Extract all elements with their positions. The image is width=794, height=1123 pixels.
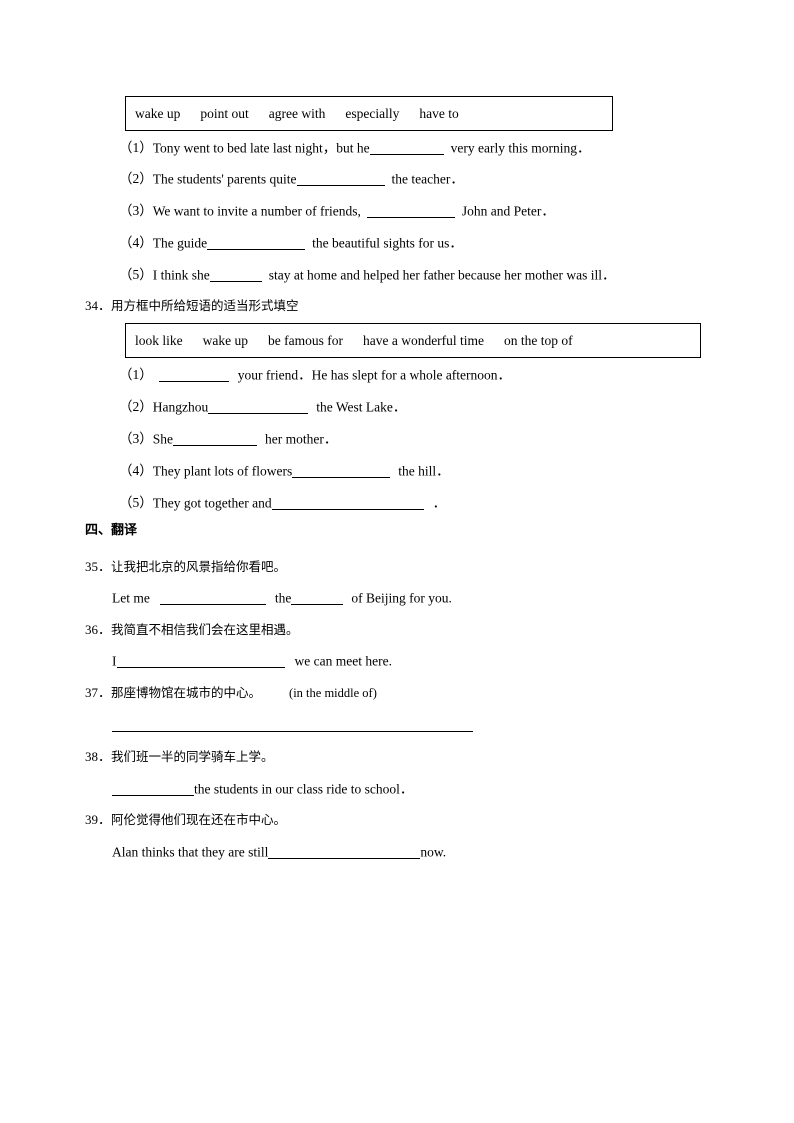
answer-blank[interactable] bbox=[159, 591, 266, 605]
item-chinese-text: 我们班一半的同学骑车上学。 bbox=[111, 749, 274, 764]
item-number: 38． bbox=[85, 749, 112, 764]
phrase-item: point out bbox=[200, 105, 249, 121]
phrase-item: wake up bbox=[135, 105, 181, 121]
question-text-after: the teacher． bbox=[391, 171, 464, 187]
translation-item-stem: 37．那座博物馆在城市的中心。 (in the middle of) bbox=[85, 686, 377, 700]
answer-blank[interactable] bbox=[296, 172, 385, 186]
translation-item-stem: 36．我简直不相信我们会在这里相遇。 bbox=[85, 623, 299, 637]
answer-suffix: we can meet here. bbox=[294, 653, 392, 669]
translation-item-stem: 35．让我把北京的风景指给你看吧。 bbox=[85, 560, 286, 574]
item-number: 36． bbox=[85, 622, 112, 637]
question-row: （5）I think she stay at home and helped he… bbox=[119, 268, 616, 282]
item-number: 35． bbox=[85, 559, 112, 574]
question-number: （1） bbox=[119, 367, 153, 383]
question-number: （3） bbox=[119, 431, 153, 447]
answer-blank[interactable] bbox=[366, 204, 455, 218]
answer-blank[interactable] bbox=[369, 141, 444, 155]
question-text-after: John and Peter． bbox=[461, 203, 555, 219]
question-text-after: her mother． bbox=[265, 431, 338, 447]
question-row: （4）They plant lots of flowers the hill． bbox=[119, 464, 450, 478]
question-text-after: the beautiful sights for us． bbox=[312, 235, 463, 251]
exercise-prompt-text: 用方框中所给短语的适当形式填空 bbox=[111, 298, 299, 313]
item-chinese-text: 阿伦觉得他们现在还在市中心。 bbox=[111, 812, 287, 827]
question-text-after: the West Lake． bbox=[316, 399, 407, 415]
question-number: （5） bbox=[119, 267, 153, 283]
phrase-item: have to bbox=[419, 105, 459, 121]
question-row: （3）She her mother． bbox=[119, 432, 337, 446]
answer-blank[interactable] bbox=[173, 432, 257, 446]
answer-blank[interactable] bbox=[112, 731, 473, 732]
answer-blank[interactable] bbox=[208, 400, 309, 414]
phrase-item: be famous for bbox=[267, 332, 343, 348]
question-text-before: The guide bbox=[152, 235, 208, 251]
phrase-item: on the top of bbox=[504, 332, 573, 348]
answer-blank[interactable] bbox=[292, 464, 391, 478]
question-text-before: Tony went to bed late last night，but he bbox=[152, 140, 370, 156]
item-hint: (in the middle of) bbox=[289, 686, 377, 700]
phrase-item: have a wonderful time bbox=[362, 332, 485, 348]
answer-blank[interactable] bbox=[268, 845, 421, 859]
question-text-after: ． bbox=[432, 495, 447, 511]
answer-blank[interactable] bbox=[291, 591, 344, 605]
question-number: （4） bbox=[119, 463, 153, 479]
question-text-before: Hangzhou bbox=[152, 399, 209, 415]
phrase-item: agree with bbox=[268, 105, 326, 121]
answer-blank[interactable] bbox=[116, 654, 285, 668]
question-text-before: I think she bbox=[152, 267, 210, 283]
translation-answer-row: Alan thinks that they are still now. bbox=[112, 845, 446, 859]
question-number: （1） bbox=[119, 140, 153, 156]
question-text-after: stay at home and helped her father becau… bbox=[268, 267, 616, 283]
document-page: wake up point out agree with especially … bbox=[0, 0, 794, 1123]
question-row: （4）The guide the beautiful sights for us． bbox=[119, 236, 463, 250]
question-row: （2）Hangzhou the West Lake． bbox=[119, 400, 406, 414]
phrase-box-33: wake up point out agree with especially … bbox=[125, 96, 613, 131]
question-row: （2）The students' parents quite the teache… bbox=[119, 172, 464, 186]
translation-item-stem: 38．我们班一半的同学骑车上学。 bbox=[85, 750, 274, 764]
item-chinese-text: 让我把北京的风景指给你看吧。 bbox=[111, 559, 287, 574]
answer-suffix: now. bbox=[420, 844, 447, 860]
question-text-before: They plant lots of flowers bbox=[152, 463, 293, 479]
translation-answer-row: the students in our class ride to school… bbox=[112, 782, 413, 796]
phrase-item: especially bbox=[345, 105, 400, 121]
answer-prefix: Alan thinks that they are still bbox=[112, 844, 269, 860]
phrase-box-34: look like wake up be famous for have a w… bbox=[125, 323, 701, 358]
question-row: （5）They got together and ． bbox=[119, 496, 446, 510]
exercise-34-prompt: 34．用方框中所给短语的适当形式填空 bbox=[85, 299, 299, 313]
answer-suffix: the students in our class ride to school… bbox=[194, 781, 414, 797]
item-chinese-text: 我简直不相信我们会在这里相遇。 bbox=[111, 622, 299, 637]
question-text-after: very early this morning． bbox=[450, 140, 591, 156]
item-chinese-text: 那座博物馆在城市的中心。 bbox=[111, 685, 262, 700]
question-text-after: your friend．He has slept for a whole aft… bbox=[237, 367, 512, 383]
question-row: （3）We want to invite a number of friends… bbox=[119, 204, 555, 218]
exercise-number: 34． bbox=[85, 298, 112, 313]
translation-item-stem: 39．阿伦觉得他们现在还在市中心。 bbox=[85, 813, 286, 827]
phrase-item: wake up bbox=[202, 332, 248, 348]
question-number: （5） bbox=[119, 495, 153, 511]
question-number: （4） bbox=[119, 235, 153, 251]
answer-blank[interactable] bbox=[271, 496, 424, 510]
question-text-before: The students' parents quite bbox=[152, 171, 297, 187]
question-number: （3） bbox=[119, 203, 153, 219]
question-number: （2） bbox=[119, 171, 153, 187]
question-row: （1） your friend．He has slept for a whole … bbox=[119, 368, 511, 382]
question-number: （2） bbox=[119, 399, 153, 415]
item-number: 37． bbox=[85, 685, 112, 700]
section-heading: 四、翻译 bbox=[85, 523, 138, 538]
question-text-after: the hill． bbox=[398, 463, 450, 479]
translation-answer-row: Iwe can meet here. bbox=[112, 654, 392, 668]
question-text-before: They got together and bbox=[152, 495, 272, 511]
answer-suffix: of Beijing for you. bbox=[351, 590, 452, 606]
answer-middle: the bbox=[274, 590, 292, 606]
answer-blank[interactable] bbox=[112, 782, 194, 796]
translation-answer-row: Let me the of Beijing for you. bbox=[112, 591, 452, 605]
question-text-before: She bbox=[152, 431, 173, 447]
answer-blank[interactable] bbox=[209, 268, 262, 282]
phrase-item: look like bbox=[135, 332, 183, 348]
answer-blank[interactable] bbox=[158, 368, 229, 382]
question-text-before: We want to invite a number of friends, bbox=[152, 203, 361, 219]
answer-blank[interactable] bbox=[207, 236, 306, 250]
question-row: （1）Tony went to bed late last night，but … bbox=[119, 141, 591, 155]
item-number: 39． bbox=[85, 812, 112, 827]
answer-prefix: Let me bbox=[112, 590, 150, 606]
